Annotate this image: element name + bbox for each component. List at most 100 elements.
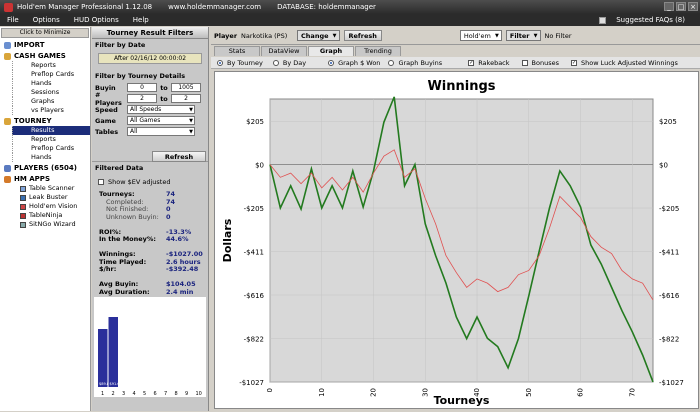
tableninja-icon bbox=[20, 212, 26, 219]
x-tick-label: 50 bbox=[525, 388, 533, 397]
nav-hm-apps[interactable]: HM APPS bbox=[0, 173, 90, 184]
mini-bar-label: $89.8 bbox=[99, 382, 109, 386]
nav-tourney-results[interactable]: Results bbox=[12, 126, 90, 135]
by-tourney-radio[interactable] bbox=[217, 59, 223, 66]
nav-import[interactable]: IMPORT bbox=[0, 39, 90, 50]
nav-players-label: PLAYERS (6504) bbox=[14, 164, 77, 172]
menu-hud-options[interactable]: HUD Options bbox=[67, 16, 126, 24]
nav-tourney-hands[interactable]: Hands bbox=[12, 153, 90, 162]
faq-label: Suggested FAQs (8) bbox=[616, 16, 685, 24]
app-table-scanner[interactable]: Table Scanner bbox=[0, 184, 90, 193]
stat-key: $/hr: bbox=[99, 265, 117, 273]
luck-adjusted-checkbox[interactable]: ✓ bbox=[570, 59, 577, 66]
nav-cash-hands[interactable]: Hands bbox=[12, 79, 90, 88]
mini-x-tick: 7 bbox=[164, 391, 167, 397]
by-tourney-label: By Tourney bbox=[227, 58, 263, 67]
menu-help[interactable]: Help bbox=[126, 16, 156, 24]
buyin-min-input[interactable]: 0 bbox=[127, 83, 157, 92]
y-tick-label-right: $205 bbox=[659, 118, 677, 126]
y-tick-label-left: $205 bbox=[246, 118, 264, 126]
game-select[interactable]: All Games bbox=[127, 116, 195, 125]
nav-tourney-preflop-cards[interactable]: Preflop Cards bbox=[12, 144, 90, 153]
tab-dataview[interactable]: DataView bbox=[261, 46, 307, 56]
graph-buyins-label: Graph Buyins bbox=[398, 58, 443, 67]
sitngo-wizard-icon bbox=[20, 221, 26, 228]
tab-trending[interactable]: Trending bbox=[355, 46, 401, 56]
nav-tourney-reports[interactable]: Reports bbox=[12, 135, 90, 144]
nav-players[interactable]: PLAYERS (6504) bbox=[0, 162, 90, 173]
menu-bar: File Options HUD Options Help Suggested … bbox=[0, 14, 700, 26]
filters-title: Tourney Result Filters bbox=[92, 27, 208, 39]
nav-import-label: IMPORT bbox=[14, 41, 45, 49]
buyin-max-input[interactable]: 1005 bbox=[171, 83, 201, 92]
change-dropdown[interactable]: Change bbox=[297, 30, 340, 41]
sev-checkbox[interactable] bbox=[98, 178, 104, 185]
nav-cash-sessions[interactable]: Sessions bbox=[12, 88, 90, 97]
app-label: TableNinja bbox=[29, 211, 63, 219]
close-button[interactable]: × bbox=[688, 2, 698, 11]
nav-cash-games[interactable]: CASH GAMES bbox=[0, 50, 90, 61]
game-type-select[interactable]: Hold'em bbox=[459, 30, 502, 41]
players-min-input[interactable]: 2 bbox=[127, 94, 157, 103]
app-holdem-vision[interactable]: Hold'em Vision bbox=[0, 202, 90, 211]
refresh-button[interactable]: Refresh bbox=[343, 30, 382, 41]
y-tick-label-left: $0 bbox=[255, 162, 264, 170]
date-filter-button[interactable]: After 02/16/12 00:00:02 bbox=[98, 53, 202, 64]
x-tick-label: 0 bbox=[266, 388, 274, 392]
nav-cash-reports[interactable]: Reports bbox=[12, 61, 90, 70]
tab-stats[interactable]: Stats bbox=[214, 46, 260, 56]
buyin-distribution-chart: $89.8 $91.6 1 2 3 4 5 6 7 8 9 10 bbox=[94, 297, 206, 397]
tab-graph[interactable]: Graph bbox=[308, 46, 354, 56]
mini-x-tick: 2 bbox=[112, 391, 115, 397]
tables-select[interactable]: All bbox=[127, 127, 195, 136]
y-tick-label-right: -$205 bbox=[659, 205, 679, 213]
nav-cash-games-label: CASH GAMES bbox=[14, 52, 66, 60]
y-tick-label-right: $0 bbox=[659, 162, 668, 170]
tables-row: Tables All bbox=[92, 126, 208, 137]
speed-select[interactable]: All Speeds bbox=[127, 105, 195, 114]
rakeback-label: Rakeback bbox=[478, 58, 510, 67]
speed-label: Speed bbox=[95, 105, 118, 114]
maximize-button[interactable]: □ bbox=[676, 2, 686, 11]
minimize-nav-button[interactable]: Click to Minimize bbox=[1, 28, 89, 38]
app-label: Leak Buster bbox=[29, 193, 68, 201]
y-tick-label-left: -$205 bbox=[244, 205, 264, 213]
filter-dropdown[interactable]: Filter bbox=[505, 30, 541, 41]
filters-refresh-button[interactable]: Refresh bbox=[152, 151, 206, 162]
tables-label: Tables bbox=[95, 127, 119, 136]
graph-options-bar: By Tourney By Day Graph $ Won Graph Buyi… bbox=[211, 57, 700, 69]
menu-file[interactable]: File bbox=[0, 16, 26, 24]
menu-options[interactable]: Options bbox=[26, 16, 67, 24]
players-max-input[interactable]: 2 bbox=[171, 94, 201, 103]
sev-label: Show $EV adjusted bbox=[108, 177, 171, 186]
nav-tourney[interactable]: TOURNEY bbox=[0, 115, 90, 126]
rakeback-checkbox[interactable]: ✓ bbox=[468, 59, 475, 66]
app-tableninja[interactable]: TableNinja bbox=[0, 211, 90, 220]
by-day-radio[interactable] bbox=[272, 59, 279, 66]
leak-buster-icon bbox=[20, 194, 26, 201]
graph-won-radio[interactable] bbox=[328, 59, 335, 66]
y-tick-label-right: -$1027 bbox=[659, 379, 684, 387]
nav-cash-vs-players[interactable]: vs Players bbox=[12, 106, 90, 115]
buyin-to-label: to bbox=[160, 83, 168, 92]
database-text: DATABASE: holdemmanager bbox=[277, 3, 376, 11]
nav-hm-apps-label: HM APPS bbox=[14, 175, 50, 183]
y-tick-label-left: -$616 bbox=[244, 292, 265, 300]
app-leak-buster[interactable]: Leak Buster bbox=[0, 193, 90, 202]
nav-tourney-label: TOURNEY bbox=[14, 117, 52, 125]
graph-buyins-radio[interactable] bbox=[388, 59, 395, 66]
stat-value: 2.4 min bbox=[166, 287, 194, 296]
x-tick-label: 10 bbox=[318, 388, 326, 397]
players-row: # Players 2 to 2 bbox=[92, 91, 208, 107]
bonuses-checkbox[interactable] bbox=[521, 59, 528, 66]
mini-x-tick: 1 bbox=[101, 391, 104, 397]
minimize-button[interactable]: _ bbox=[664, 2, 674, 11]
suggested-faqs[interactable]: Suggested FAQs (8) bbox=[599, 14, 692, 26]
app-sitngo-wizard[interactable]: SitNGo Wizard bbox=[0, 220, 90, 229]
plot-area bbox=[269, 98, 654, 383]
winnings-chart-area: Winnings $205 $205 $0 $0 -$205 -$205 -$411 -$411… bbox=[214, 71, 699, 409]
nav-cash-graphs[interactable]: Graphs bbox=[12, 97, 90, 106]
luck-adjusted-label: Show Luck Adjusted Winnings bbox=[580, 58, 678, 67]
nav-cash-preflop-cards[interactable]: Preflop Cards bbox=[12, 70, 90, 79]
x-tick-label: 30 bbox=[421, 388, 429, 397]
